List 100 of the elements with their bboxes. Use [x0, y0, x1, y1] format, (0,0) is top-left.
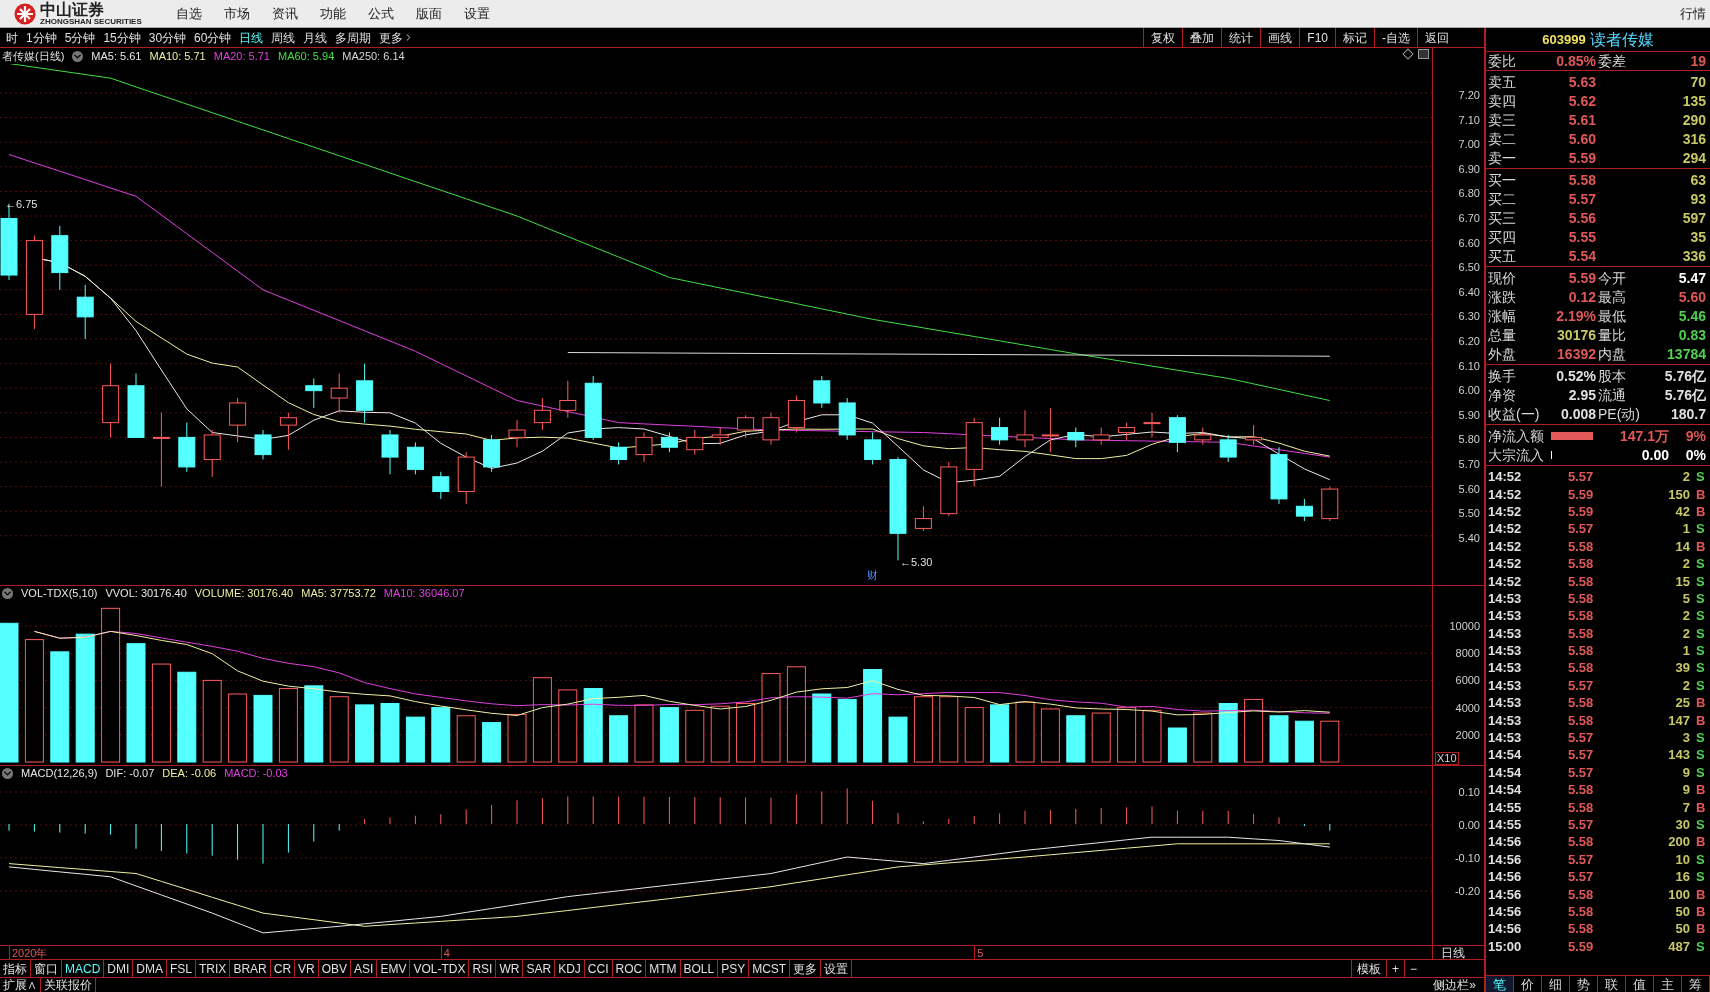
stock-name: 读者传媒: [1589, 31, 1654, 48]
date-label: 5: [974, 946, 984, 960]
period-tab[interactable]: 月线: [303, 28, 328, 47]
period-tab[interactable]: 15分钟: [103, 28, 141, 47]
trade-time: 14:53: [1488, 609, 1523, 623]
order-volume: 135: [1682, 93, 1706, 108]
period-tab[interactable]: 5分钟: [64, 28, 96, 47]
candlestick: [838, 397, 856, 441]
indicator-tab[interactable]: 窗口: [31, 960, 62, 977]
panel-tab[interactable]: 筹: [1682, 976, 1710, 992]
volume-bar: [964, 707, 984, 763]
trade-price: 5.58: [1568, 626, 1595, 640]
chart-tool-button[interactable]: 返回: [1417, 28, 1456, 47]
chart-tool-button[interactable]: 复权: [1143, 28, 1183, 47]
indicator-tab[interactable]: DMA: [133, 960, 167, 977]
indicator-tab[interactable]: ASI: [351, 960, 378, 977]
candlestick: [1016, 409, 1034, 448]
chart-tool-button[interactable]: 画线: [1260, 28, 1300, 47]
collapse-icon[interactable]: [2, 768, 13, 780]
candlestick: [864, 432, 882, 465]
menu-item[interactable]: 功能: [320, 3, 346, 24]
template-control[interactable]: +: [1385, 960, 1404, 977]
indicator-tab[interactable]: RSI: [469, 960, 497, 977]
indicator-tab[interactable]: BOLL: [680, 960, 719, 977]
chart-title: 者传媒(日线): [2, 50, 65, 62]
chart-tool-button[interactable]: 统计: [1221, 28, 1261, 47]
trade-time: 14:53: [1488, 696, 1523, 710]
order-volume: 70: [1690, 74, 1706, 89]
trade-volume: 42: [1674, 504, 1691, 518]
indicator-tab[interactable]: DMI: [104, 960, 134, 977]
menu-item[interactable]: 市场: [224, 3, 250, 24]
indicator-tab[interactable]: MACD: [62, 960, 105, 977]
panel-tab[interactable]: 价: [1514, 976, 1542, 992]
candlestick: [356, 363, 374, 424]
quote-value: 0.52%: [1556, 368, 1596, 383]
panel-tab[interactable]: 细: [1542, 976, 1570, 992]
template-control[interactable]: −: [1404, 960, 1422, 977]
panel-tab[interactable]: 笔: [1486, 976, 1514, 992]
collapse-icon[interactable]: [72, 50, 84, 62]
indicator-tab[interactable]: TRIX: [196, 960, 231, 977]
indicator-tab[interactable]: OBV: [318, 960, 352, 977]
indicator-tab[interactable]: EMV: [377, 960, 411, 977]
footer-button[interactable]: 扩展∧: [0, 978, 41, 992]
trade-time: 14:54: [1488, 748, 1523, 762]
panel-tab[interactable]: 势: [1570, 976, 1598, 992]
indicator-tab[interactable]: KDJ: [555, 960, 585, 977]
indicator-tab[interactable]: MCST: [749, 960, 791, 977]
period-tab[interactable]: 周线: [271, 28, 296, 47]
axis-tick-label: 7.10: [1458, 114, 1480, 126]
volume-bar: [913, 696, 933, 763]
volume-bar: [456, 715, 476, 763]
period-tab[interactable]: 30分钟: [148, 28, 187, 47]
indicator-tab[interactable]: ROC: [612, 960, 647, 977]
indicator-tab[interactable]: SAR: [523, 960, 556, 977]
period-tab[interactable]: 1分钟: [26, 28, 57, 47]
menu-item[interactable]: 资讯: [272, 3, 298, 24]
indicator-tab[interactable]: VR: [295, 960, 319, 977]
sidebar-toggle[interactable]: 侧边栏»: [1433, 979, 1476, 991]
indicator-tab[interactable]: FSL: [167, 960, 197, 977]
volume-bar: [1040, 708, 1060, 763]
period-tab[interactable]: 时: [6, 28, 18, 47]
menu-item[interactable]: 自选: [176, 3, 202, 24]
menu-item[interactable]: 版面: [416, 3, 442, 24]
indicator-tab[interactable]: 更多: [790, 960, 822, 977]
indicator-tab[interactable]: 设置: [821, 960, 853, 977]
chart-tool-button[interactable]: F10: [1299, 28, 1335, 47]
period-tab[interactable]: 日线: [239, 28, 264, 47]
period-tab[interactable]: 更多: [379, 28, 415, 47]
indicator-tab[interactable]: CR: [270, 960, 296, 977]
indicator-tab[interactable]: BRAR: [230, 960, 271, 977]
panel-tab[interactable]: 主: [1654, 976, 1682, 992]
chart-tool-button[interactable]: -自选: [1374, 28, 1417, 47]
indicator-tab[interactable]: 指标: [0, 960, 31, 977]
candlestick: [229, 397, 247, 443]
indicator-tab[interactable]: WR: [496, 960, 524, 977]
trade-side: S: [1696, 644, 1706, 658]
chart-tool-button[interactable]: 叠加: [1182, 28, 1222, 47]
market-menu[interactable]: 行情: [1680, 3, 1706, 24]
template-control[interactable]: 模板: [1350, 960, 1386, 977]
panel-toggle-icon[interactable]: [1418, 49, 1429, 59]
panel-tab[interactable]: 联: [1598, 976, 1626, 992]
collapse-icon[interactable]: [2, 588, 13, 600]
indicator-tab[interactable]: MTM: [646, 960, 681, 977]
event-marker[interactable]: 财: [866, 569, 878, 582]
candlestick: [1295, 498, 1313, 522]
trade-time: 14:56: [1488, 852, 1523, 866]
order-price: 5.60: [1568, 131, 1596, 146]
order-volume: 63: [1690, 172, 1706, 187]
indicator-tab[interactable]: VOL-TDX: [410, 960, 470, 977]
menu-item[interactable]: 公式: [368, 3, 394, 24]
footer-button[interactable]: 关联报价: [41, 978, 96, 992]
indicator-tab[interactable]: PSY: [718, 960, 750, 977]
trade-time: 14:52: [1488, 522, 1523, 536]
period-tab[interactable]: 60分钟: [194, 28, 232, 47]
chart-tool-button[interactable]: 标记: [1335, 28, 1374, 47]
period-tab[interactable]: 多周期: [335, 28, 372, 47]
indicator-tab[interactable]: CCI: [584, 960, 613, 977]
menu-item[interactable]: 设置: [464, 3, 490, 24]
candlestick: [1168, 414, 1186, 453]
panel-tab[interactable]: 值: [1626, 976, 1654, 992]
